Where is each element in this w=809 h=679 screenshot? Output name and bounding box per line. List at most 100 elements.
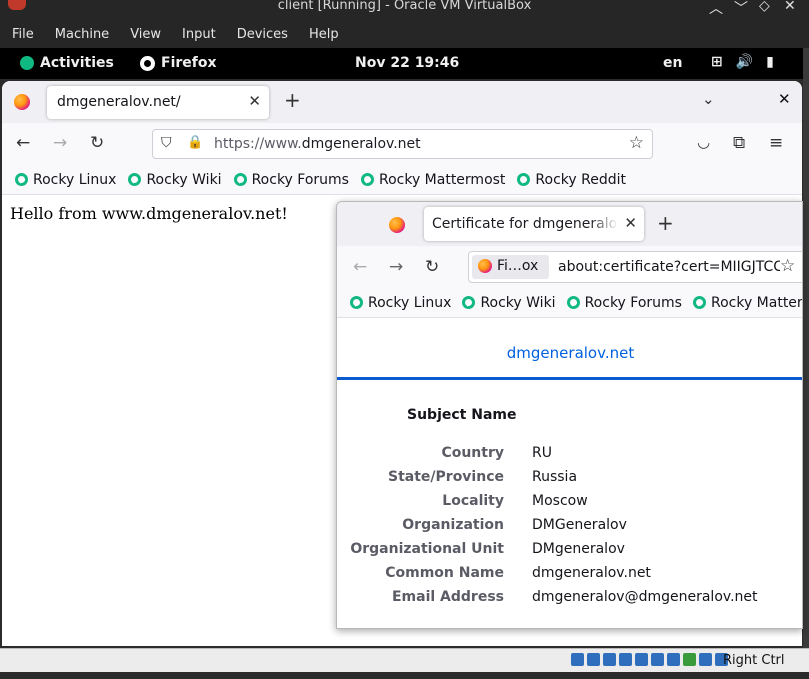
cert-field-label: Email Address	[391, 589, 504, 605]
host-desktop-strip	[0, 672, 809, 679]
bookmark-star-icon[interactable]: ☆	[780, 256, 796, 276]
host-menu-bar: File Machine View Input Devices Help	[0, 20, 809, 48]
firefox-view-icon[interactable]	[389, 217, 405, 233]
bookmark-label: Rocky Linux	[33, 171, 117, 188]
cert-field-label: Country	[441, 445, 504, 461]
bookmark-rocky-forums[interactable]: Rocky Forums	[233, 172, 349, 188]
menu-machine[interactable]: Machine	[55, 27, 109, 42]
cert-row-organization: Organization DMGeneralov	[337, 517, 802, 537]
close-icon[interactable]: ✕	[784, 0, 796, 14]
section-title: Subject Name	[407, 407, 517, 423]
cert-field-value: dmgeneralov@dmgeneralov.net	[532, 589, 758, 605]
certificate-window: Certificate for dmgeneralov.net ✕ + ← → …	[336, 201, 803, 629]
menu-help[interactable]: Help	[309, 27, 339, 42]
pocket-icon[interactable]: ◡	[697, 133, 710, 151]
cert-field-label: Common Name	[385, 565, 504, 581]
app-menu-firefox[interactable]: Firefox	[140, 55, 217, 71]
rocky-favicon-icon	[462, 296, 476, 309]
usb-icon[interactable]	[635, 653, 648, 666]
tab-dmgeneralov[interactable]: dmgeneralov.net/ ✕	[47, 86, 269, 119]
new-tab-icon[interactable]: +	[657, 211, 674, 235]
reload-icon[interactable]: ↻	[90, 133, 104, 153]
rocky-favicon-icon	[350, 296, 363, 309]
menu-devices[interactable]: Devices	[237, 27, 288, 42]
cert-tab-header: dmgeneralov.net	[337, 318, 802, 380]
network-icon: ⊞	[711, 54, 723, 70]
menu-view[interactable]: View	[130, 27, 161, 42]
rocky-favicon-icon	[517, 173, 531, 186]
cert-tab-domain[interactable]: dmgeneralov.net	[507, 344, 634, 362]
cert-field-value: DMGeneralov	[532, 517, 627, 533]
bookmark-rocky-forums[interactable]: Rocky Forums	[566, 294, 682, 311]
network-adapter-icon[interactable]	[619, 653, 632, 666]
maximize-icon[interactable]: ◇	[759, 0, 770, 14]
tab-certificate[interactable]: Certificate for dmgeneralov.net ✕	[424, 207, 644, 241]
tab-close-icon[interactable]: ✕	[248, 92, 261, 110]
app-menu-label: Firefox	[161, 55, 217, 71]
tab-close-icon[interactable]: ✕	[624, 214, 637, 232]
bookmark-star-icon[interactable]: ☆	[629, 133, 644, 153]
bookmark-rocky-wiki[interactable]: Rocky Wiki	[128, 171, 222, 188]
hard-disk-icon[interactable]	[571, 653, 584, 666]
page-content-text: Hello from www.dmgeneralov.net!	[10, 204, 288, 223]
firefox-app-icon	[140, 55, 155, 71]
cert-navigation-toolbar: ← → ↻ Fi…ox about:certificate?cert=MIIGJ…	[337, 246, 802, 288]
window-close-icon[interactable]: ✕	[778, 90, 791, 108]
bookmark-label: Rocky Mattermost	[378, 171, 506, 188]
tracking-protection-icon[interactable]: ⛉	[161, 135, 172, 151]
bookmark-label: Rocky Forums	[584, 294, 682, 311]
tab-title: dmgeneralov.net/	[57, 94, 181, 110]
cert-field-value: DMgeneralov	[532, 541, 625, 557]
shared-folders-icon[interactable]	[651, 653, 664, 666]
bookmark-rocky-reddit[interactable]: Rocky Reddit	[517, 172, 626, 188]
forward-icon[interactable]: →	[53, 133, 67, 153]
bookmark-rocky-mattermost[interactable]: Rocky Mattermost	[692, 294, 803, 311]
audio-icon[interactable]	[603, 653, 616, 666]
cert-row-state: State/Province Russia	[337, 469, 802, 489]
cert-url-bar[interactable]: Fi…ox about:certificate?cert=MIIGJTCC ☆	[468, 251, 802, 283]
bookmark-rocky-mattermost[interactable]: Rocky Mattermost	[360, 171, 506, 188]
back-icon[interactable]: ←	[16, 133, 30, 153]
clock[interactable]: Nov 22 19:46	[355, 55, 459, 71]
forward-icon[interactable]: →	[389, 257, 403, 277]
url-text[interactable]: https://www.dmgeneralov.net	[214, 136, 421, 152]
activities-button[interactable]: Activities	[20, 55, 114, 71]
recording-icon[interactable]	[683, 653, 696, 666]
bookmark-label: Rocky Wiki	[480, 294, 556, 311]
cert-field-label: State/Province	[388, 469, 504, 485]
hamburger-menu-icon[interactable]: ≡	[769, 133, 783, 153]
optical-drive-icon[interactable]	[587, 653, 600, 666]
tab-bar: dmgeneralov.net/ ✕ + ⌄ ✕	[2, 81, 802, 123]
restore-icon[interactable]: ︿	[709, 0, 723, 18]
battery-icon: ▮	[766, 54, 774, 70]
menu-file[interactable]: File	[12, 27, 34, 42]
firefox-identity-icon	[478, 259, 492, 273]
cpu-icon[interactable]	[699, 653, 712, 666]
cert-field-value: RU	[532, 445, 552, 461]
bookmark-rocky-linux[interactable]: Rocky Linux	[350, 295, 451, 311]
activities-label: Activities	[40, 55, 114, 71]
menu-input[interactable]: Input	[182, 27, 216, 42]
identity-box[interactable]: Fi…ox	[472, 255, 549, 279]
url-text[interactable]: about:certificate?cert=MIIGJTCC	[558, 259, 783, 275]
display-icon[interactable]	[667, 653, 680, 666]
rocky-favicon-icon	[566, 296, 580, 309]
reload-icon[interactable]: ↻	[425, 257, 439, 277]
lock-icon[interactable]: 🔒	[187, 135, 203, 150]
bookmark-rocky-linux[interactable]: Rocky Linux	[15, 172, 116, 188]
bookmark-rocky-wiki[interactable]: Rocky Wiki	[462, 294, 556, 311]
keyboard-layout[interactable]: en	[663, 55, 682, 71]
url-prefix: https://www.	[214, 136, 302, 152]
system-tray[interactable]: ⊞ 🔊 ▮	[711, 54, 774, 70]
firefox-view-icon[interactable]	[14, 94, 30, 110]
cert-tab-bar: Certificate for dmgeneralov.net ✕ +	[337, 202, 802, 246]
bookmark-label: Rocky Wiki	[146, 171, 222, 188]
back-icon[interactable]: ←	[353, 257, 367, 277]
list-all-tabs-icon[interactable]: ⌄	[702, 90, 715, 108]
extensions-icon[interactable]: ⧉	[733, 133, 745, 153]
bookmark-label: Rocky Mattermost	[710, 294, 803, 311]
minimize-icon[interactable]: ﹀	[734, 0, 748, 18]
new-tab-icon[interactable]: +	[284, 88, 301, 112]
url-bar[interactable]: ⛉ 🔒 https://www.dmgeneralov.net ☆	[152, 129, 653, 159]
cert-row-common-name: Common Name dmgeneralov.net	[337, 565, 802, 585]
